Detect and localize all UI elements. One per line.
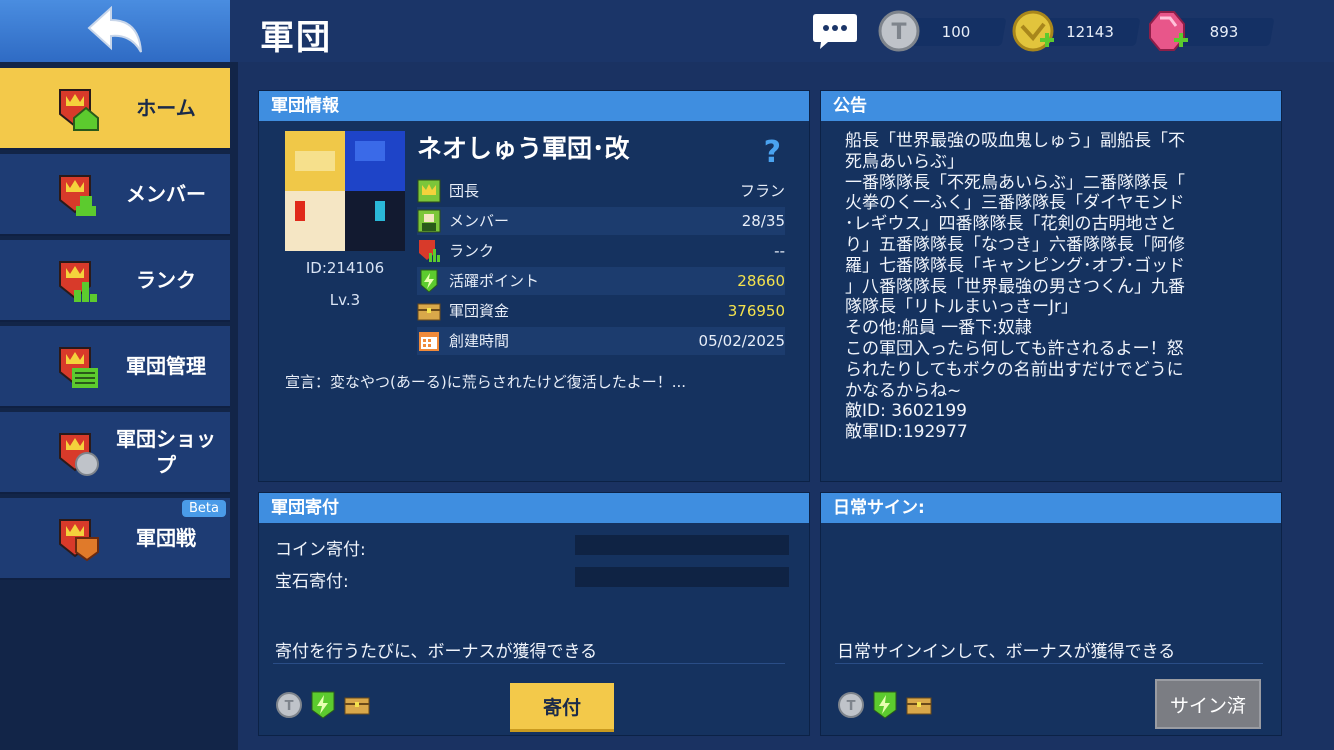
chat-icon	[813, 14, 857, 49]
sidebar-item-guild-war[interactable]: 軍団戦 Beta	[0, 498, 230, 580]
guild-id: ID:214106	[305, 259, 385, 277]
donation-rewards: T	[275, 691, 371, 719]
sidebar-item-guild-shop[interactable]: 軍団ショップ	[0, 412, 230, 494]
guild-war-icon	[59, 519, 99, 562]
silver-coin-value: 100	[941, 23, 971, 41]
guild-home-icon	[59, 89, 99, 131]
member-icon	[417, 209, 441, 233]
donation-note: 寄付を行うたびに、ボーナスが獲得できる	[275, 642, 598, 662]
coin-donation-label: コイン寄付:	[275, 540, 366, 560]
gold-coin-counter[interactable]: 12143	[1012, 10, 1141, 52]
guild-declaration: 宣言：変なやつ(あーる)に荒らされたけど復活したよー！...	[285, 373, 687, 391]
guild-rank-icon	[59, 261, 97, 302]
info-row-members: メンバー 28/35	[417, 207, 785, 235]
back-button[interactable]	[0, 0, 230, 62]
notice-text: 船長「世界最強の吸血鬼しゅう」副船長「不 死鳥あいらぶ」 一番隊隊長「不死鳥あい…	[845, 131, 1185, 443]
sidebar-item-rank[interactable]: ランク	[0, 240, 230, 322]
sidebar: ホーム メンバー ランク 軍団管理 軍団ショップ 軍団戦 Beta	[0, 62, 238, 750]
info-row-activity-points: 活躍ポイント 28660	[417, 267, 785, 295]
info-row-label: 団長	[449, 182, 480, 200]
sidebar-item-label: ランク	[136, 268, 196, 292]
sidebar-item-label: ホーム	[136, 96, 196, 120]
info-row-label: メンバー	[449, 212, 510, 230]
donate-button[interactable]: 寄付	[510, 683, 614, 729]
donation-panel: 軍団寄付 コイン寄付: 宝石寄付: 寄付を行うたびに、ボーナスが獲得できる T …	[258, 492, 810, 736]
svg-text:T: T	[891, 20, 906, 45]
guild-members-icon	[59, 175, 96, 216]
silver-coin-icon: T	[878, 10, 920, 52]
chest-icon	[344, 697, 370, 715]
gem-donation-bar	[575, 567, 789, 587]
guild-name: ネオしゅう軍団･改	[417, 134, 630, 163]
top-bar: 軍団 100 T 12143 893	[0, 0, 1334, 62]
sidebar-item-label: 軍団管理	[126, 354, 206, 378]
info-row-leader: 団長 フラン	[417, 177, 785, 205]
sidebar-item-home[interactable]: ホーム	[0, 68, 230, 150]
beta-badge: Beta	[182, 500, 226, 517]
daily-sign-note: 日常サインインして、ボーナスが獲得できる	[837, 642, 1176, 662]
guild-info-header: 軍団情報	[259, 91, 809, 121]
silver-coin-counter: 100 T	[878, 10, 1007, 52]
svg-text:T: T	[285, 699, 294, 714]
info-row-guild-funds: 軍団資金 376950	[417, 297, 785, 325]
calendar-icon	[419, 332, 439, 351]
info-row-label: 活躍ポイント	[449, 272, 540, 290]
info-row-founded: 創建時間 05/02/2025	[417, 327, 785, 355]
signed-in-button[interactable]: サイン済	[1155, 679, 1261, 729]
donation-header: 軍団寄付	[259, 493, 809, 523]
lightning-icon	[311, 691, 335, 719]
chest-icon	[906, 697, 932, 715]
gem-value: 893	[1209, 23, 1239, 41]
info-row-value: 376950	[727, 302, 785, 320]
guild-info-panel: 軍団情報 ID:214106 Lv.3 ネオしゅう軍団･改 ? 団長 フラン メ…	[258, 90, 810, 482]
notice-panel: 公告 船長「世界最強の吸血鬼しゅう」副船長「不 死鳥あいらぶ」 一番隊隊長「不死…	[820, 90, 1282, 482]
silver-coin-icon: T	[276, 692, 302, 718]
guild-avatar	[285, 131, 405, 251]
sidebar-item-members[interactable]: メンバー	[0, 154, 230, 236]
gold-coin-icon	[1012, 10, 1054, 52]
gold-coin-value: 12143	[1066, 23, 1114, 41]
silver-coin-icon: T	[838, 692, 864, 718]
daily-sign-rewards: T	[837, 691, 933, 719]
info-row-label: ランク	[449, 242, 495, 260]
sidebar-item-guild-manage[interactable]: 軍団管理	[0, 326, 230, 408]
guild-manage-icon	[59, 347, 98, 388]
gem-icon	[1149, 11, 1188, 51]
info-row-label: 軍団資金	[449, 302, 510, 320]
coin-donation-bar	[575, 535, 789, 555]
info-row-label: 創建時間	[449, 332, 510, 350]
daily-sign-header: 日常サイン:	[821, 493, 1281, 523]
info-row-value: 28660	[737, 272, 785, 290]
svg-text:T: T	[847, 699, 856, 714]
sidebar-item-label: メンバー	[126, 182, 206, 206]
rank-icon	[419, 240, 440, 262]
gem-counter[interactable]: 893	[1146, 10, 1275, 52]
leader-icon	[417, 179, 441, 203]
daily-sign-panel: 日常サイン: 日常サインインして、ボーナスが獲得できる T サイン済	[820, 492, 1282, 736]
sidebar-item-label: 軍団ショップ	[116, 427, 216, 477]
guild-shop-icon	[59, 433, 99, 476]
info-row-value: 28/35	[741, 212, 785, 230]
lightning-icon	[873, 691, 897, 719]
notice-header: 公告	[821, 91, 1281, 121]
gem-donation-label: 宝石寄付:	[275, 572, 349, 592]
guild-level: Lv.3	[329, 291, 361, 309]
info-row-value: --	[774, 242, 785, 260]
back-arrow-icon	[87, 6, 142, 53]
chat-button[interactable]	[812, 12, 858, 50]
info-row-value: 05/02/2025	[698, 332, 785, 350]
page-title: 軍団	[260, 18, 332, 58]
chest-icon	[417, 303, 441, 321]
info-row-rank: ランク --	[417, 237, 785, 265]
help-icon[interactable]: ?	[764, 135, 781, 170]
info-row-value: フラン	[739, 182, 785, 200]
lightning-icon	[420, 269, 438, 293]
sidebar-item-label: 軍団戦	[136, 526, 196, 550]
